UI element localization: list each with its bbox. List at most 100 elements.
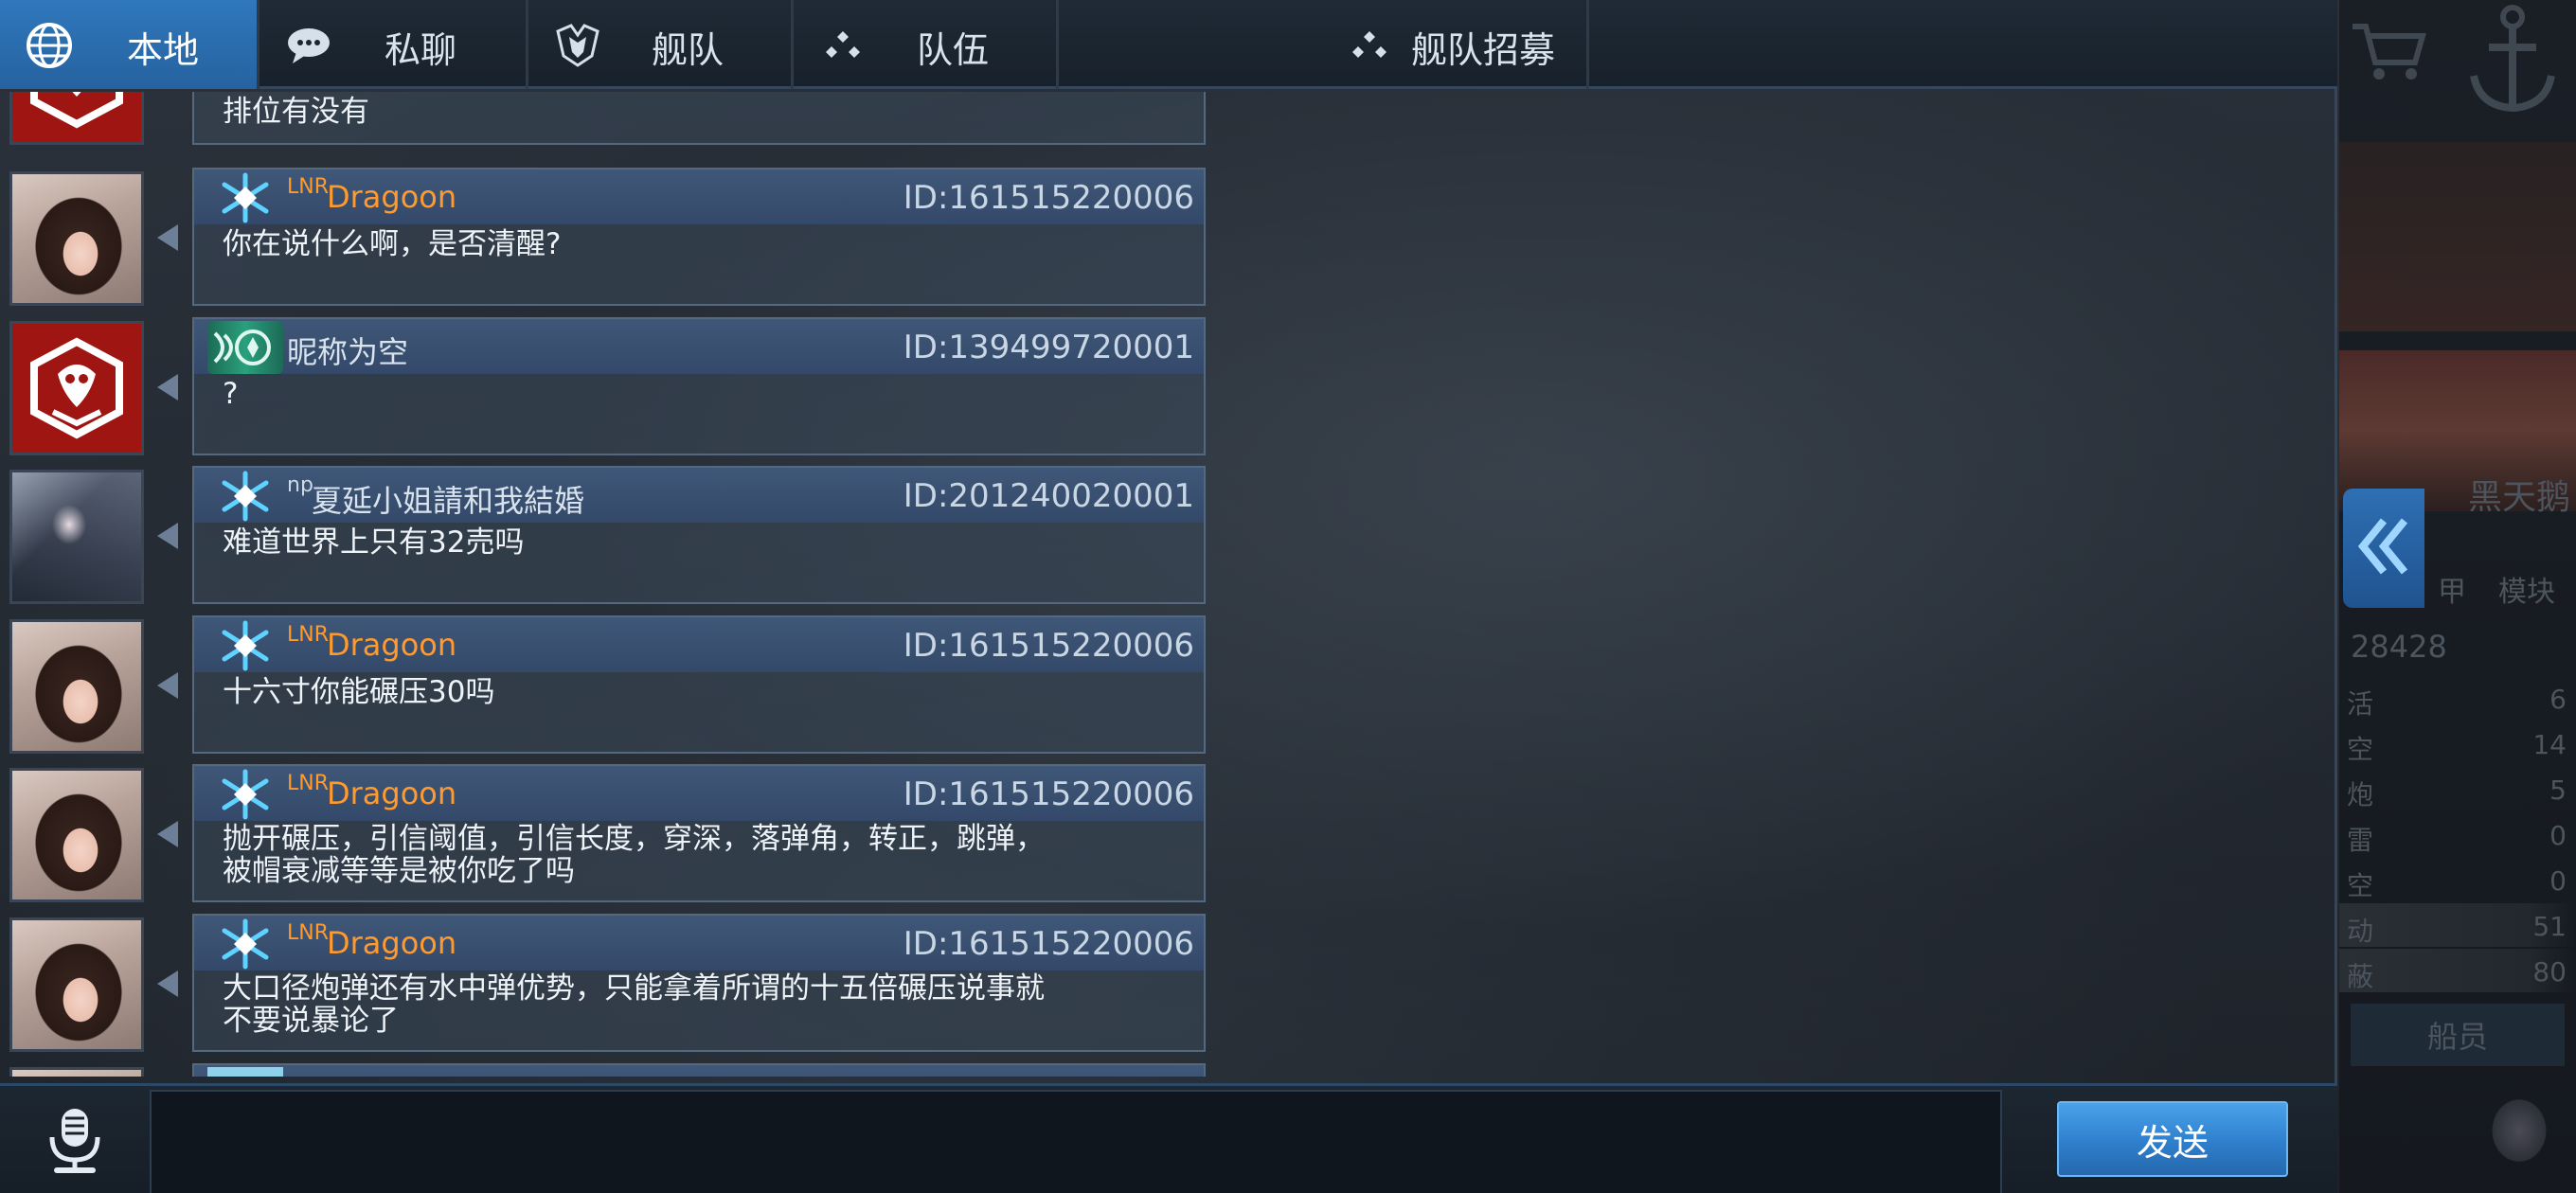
green-dragon-rank-icon bbox=[207, 321, 283, 374]
send-button[interactable]: 发送 bbox=[2057, 1101, 2288, 1177]
sender-id: ID:201240020001 bbox=[903, 477, 1194, 515]
avatar[interactable] bbox=[9, 92, 144, 145]
tab-fleet-recruit[interactable]: 舰队招募 bbox=[1059, 0, 1589, 89]
sender-id: ID:161515220006 bbox=[903, 179, 1194, 217]
shopping-cart-icon[interactable] bbox=[2349, 19, 2428, 85]
side-tab-armor[interactable]: 甲 bbox=[2438, 568, 2466, 610]
chat-message bbox=[0, 1063, 1222, 1077]
snowflake-rank-icon bbox=[207, 768, 283, 821]
chat-message: np 夏延小姐請和我結婚 ID:201240020001 难道世界上只有32売吗 bbox=[0, 466, 1222, 608]
crew-button[interactable]: 船员 bbox=[2351, 1004, 2565, 1066]
sender-name[interactable]: Dragoon bbox=[327, 627, 456, 663]
voice-input-button[interactable] bbox=[19, 1095, 131, 1190]
collapse-panel-button[interactable] bbox=[2343, 489, 2424, 608]
stat-row: 空 14 bbox=[2339, 721, 2576, 765]
chat-tab-bar: 本地 私聊 舰队 队伍 舰队招募 bbox=[0, 0, 2337, 89]
name-tag-prefix: LNR bbox=[287, 772, 329, 795]
stat-value: 0 bbox=[2549, 865, 2567, 897]
message-bubble bbox=[192, 1063, 1206, 1077]
tab-private-chat-label: 私聊 bbox=[385, 29, 457, 71]
sender-name[interactable]: Dragoon bbox=[327, 179, 456, 215]
message-text: 大口径炮弹还有水中弹优势，只能拿着所谓的十五倍碾压说事就 不要说暴论了 bbox=[223, 971, 1045, 1038]
name-tag-prefix: LNR bbox=[287, 623, 329, 647]
snowflake-rank-icon bbox=[207, 470, 283, 523]
message-header: LNR Dragoon ID:161515220006 bbox=[194, 916, 1204, 970]
tab-fleet[interactable]: 舰队 bbox=[528, 0, 794, 89]
snowflake-rank-icon bbox=[207, 917, 283, 970]
sender-id: ID:161515220006 bbox=[903, 775, 1194, 813]
message-bubble: 昵称为空 ID:139499720001 ? bbox=[192, 317, 1206, 455]
microphone-icon bbox=[45, 1105, 105, 1181]
player-portrait bbox=[12, 174, 141, 303]
tab-team[interactable]: 队伍 bbox=[794, 0, 1059, 89]
bubble-pointer bbox=[157, 970, 178, 997]
dragon-emblem-icon bbox=[12, 92, 141, 142]
side-top-bar bbox=[2339, 0, 2576, 142]
captain-portrait[interactable] bbox=[2462, 1070, 2574, 1191]
team-dots-icon bbox=[1343, 19, 1396, 72]
message-header bbox=[194, 1065, 1204, 1077]
stat-label: 活 bbox=[2347, 688, 2374, 720]
message-header: 昵称为空 ID:139499720001 bbox=[194, 319, 1204, 374]
anchor-icon[interactable] bbox=[2460, 0, 2565, 123]
ship-info-panel: 黑天鹅 甲 模块 28428 活 6 空 14 炮 5 雷 0 空 0 动 51… bbox=[2339, 0, 2576, 1193]
name-tag-prefix: LNR bbox=[287, 175, 329, 199]
sender-id: ID:161515220006 bbox=[903, 627, 1194, 665]
bubble-pointer bbox=[157, 374, 178, 401]
sender-name[interactable]: 夏延小姐請和我結婚 bbox=[312, 477, 584, 521]
rank-icon bbox=[207, 1067, 283, 1077]
avatar[interactable] bbox=[9, 1067, 144, 1077]
tab-fleet-label: 舰队 bbox=[652, 29, 724, 71]
message-bubble: LNR Dragoon ID:161515220006 十六寸你能碾压30吗 bbox=[192, 615, 1206, 754]
sender-name[interactable]: 昵称为空 bbox=[287, 329, 408, 372]
chat-message-input[interactable] bbox=[150, 1090, 2002, 1193]
player-portrait bbox=[12, 472, 141, 601]
stat-value: 51 bbox=[2532, 911, 2567, 942]
sender-name[interactable]: Dragoon bbox=[327, 925, 456, 961]
message-list[interactable]: 排位有没有 LNR Dragoon ID:161515220006 你在说什么啊… bbox=[0, 92, 1222, 1077]
sender-id: ID:161515220006 bbox=[903, 925, 1194, 963]
sender-name[interactable]: Dragoon bbox=[327, 775, 456, 811]
message-bubble: LNR Dragoon ID:161515220006 抛开碾压，引信阈值，引信… bbox=[192, 764, 1206, 902]
message-header: LNR Dragoon ID:161515220006 bbox=[194, 766, 1204, 821]
avatar[interactable] bbox=[9, 171, 144, 306]
tab-private-chat[interactable]: 私聊 bbox=[259, 0, 528, 89]
avatar[interactable] bbox=[9, 321, 144, 455]
stat-value: 6 bbox=[2549, 684, 2567, 715]
double-chevron-left-icon bbox=[2355, 513, 2412, 583]
stat-row: 炮 5 bbox=[2339, 767, 2576, 810]
chat-message: LNR Dragoon ID:161515220006 十六寸你能碾压30吗 bbox=[0, 615, 1222, 757]
chat-bubble-icon bbox=[282, 19, 335, 72]
avatar[interactable] bbox=[9, 470, 144, 604]
snowflake-rank-icon bbox=[207, 619, 283, 672]
chat-input-bar: 发送 bbox=[0, 1083, 2337, 1193]
message-text: 难道世界上只有32売吗 bbox=[223, 525, 525, 560]
stat-label: 空 bbox=[2347, 734, 2374, 765]
message-header: LNR Dragoon ID:161515220006 bbox=[194, 169, 1204, 224]
stat-row: 动 51 bbox=[2339, 903, 2576, 947]
stat-value: 80 bbox=[2532, 956, 2567, 988]
message-text: ? bbox=[223, 377, 239, 411]
message-header: np 夏延小姐請和我結婚 ID:201240020001 bbox=[194, 468, 1204, 523]
player-portrait bbox=[12, 771, 141, 899]
bubble-pointer bbox=[157, 224, 178, 251]
avatar[interactable] bbox=[9, 768, 144, 902]
message-text: 你在说什么啊，是否清醒? bbox=[223, 227, 562, 261]
globe-icon bbox=[23, 19, 76, 72]
message-text: 抛开碾压，引信阈值，引信长度，穿深，落弹角，转正，跳弹， 被帽衰减等等是被你吃了… bbox=[223, 822, 1045, 888]
tab-local-label: 本地 bbox=[127, 29, 200, 71]
player-portrait bbox=[12, 1070, 141, 1077]
chat-message: LNR Dragoon ID:161515220006 大口径炮弹还有水中弹优势… bbox=[0, 914, 1222, 1056]
ship-name: 黑天鹅 bbox=[2467, 478, 2570, 517]
chat-panel: 本地 私聊 舰队 队伍 舰队招募 排位有没有 LNR Dragoon ID:16… bbox=[0, 0, 2337, 1193]
stat-label: 雷 bbox=[2347, 825, 2374, 856]
stat-value: 14 bbox=[2532, 729, 2567, 760]
side-tab-module[interactable]: 模块 bbox=[2498, 568, 2555, 610]
avatar[interactable] bbox=[9, 917, 144, 1052]
avatar[interactable] bbox=[9, 619, 144, 754]
stat-row: 雷 0 bbox=[2339, 812, 2576, 856]
combat-power: 28428 bbox=[2351, 629, 2447, 665]
team-dots-icon bbox=[816, 19, 869, 72]
tab-local[interactable]: 本地 bbox=[0, 0, 259, 89]
chat-message: 昵称为空 ID:139499720001 ? bbox=[0, 317, 1222, 459]
